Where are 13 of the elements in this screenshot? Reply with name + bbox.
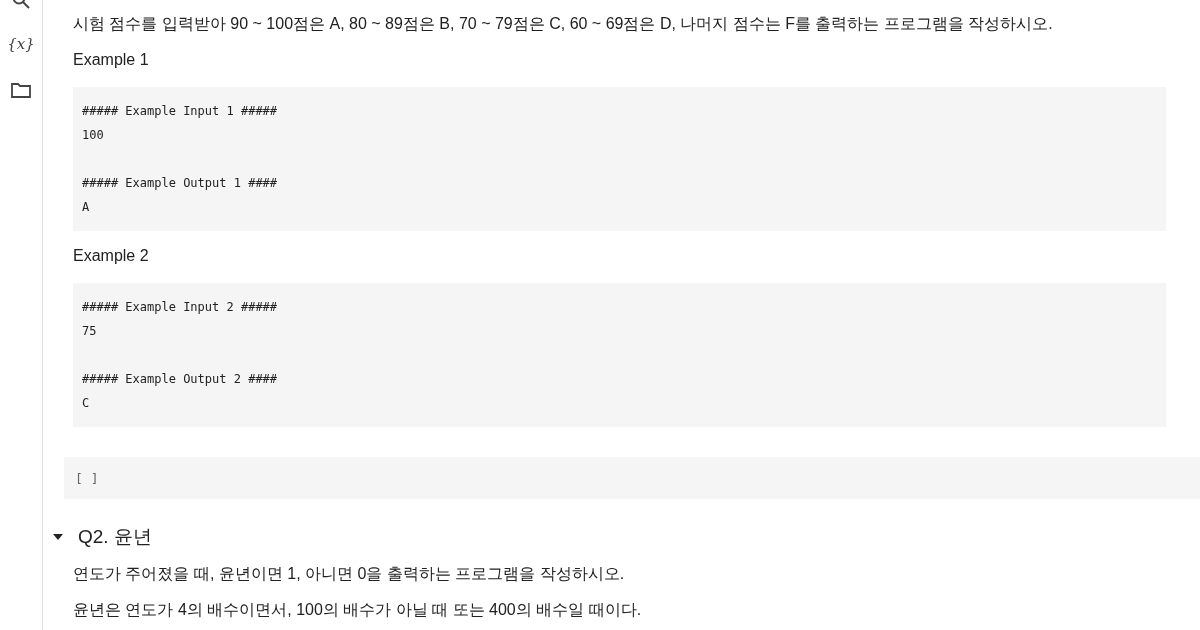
example-heading: Example 1: [73, 50, 150, 70]
example-heading: Example 2: [73, 246, 150, 266]
intro-text: 시험 점수를 입력받아 90 ~ 100점은 A, 80 ~ 89점은 B, 70 ~ 79점은 C, 60 ~ 69점은 D, 나머지 점수는 F를 출력하는 프로그램을 작성하시오.: [73, 14, 1054, 34]
caret-icon[interactable]: [52, 533, 64, 541]
folder-icon[interactable]: [11, 82, 31, 98]
code-cell[interactable]: [ ]: [64, 457, 1200, 499]
run-brackets[interactable]: [ ]: [75, 470, 99, 486]
code-block: ##### Example Input 1 ##### 100 ##### Example Output 1 #### A: [73, 87, 1166, 231]
paragraph: 윤년은 연도가 4의 배수이면서, 100의 배수가 아닐 때 또는 400의 배수일 때이다.: [73, 600, 643, 620]
paragraph: 연도가 주어졌을 때, 윤년이면 1, 아니면 0을 출력하는 프로그램을 작성하시오.: [73, 564, 626, 584]
code-block: ##### Example Input 2 ##### 75 ##### Example Output 2 #### C: [73, 283, 1166, 427]
variables-icon[interactable]: {x}: [7, 34, 35, 54]
section-heading: Q2. 윤년: [78, 525, 152, 549]
